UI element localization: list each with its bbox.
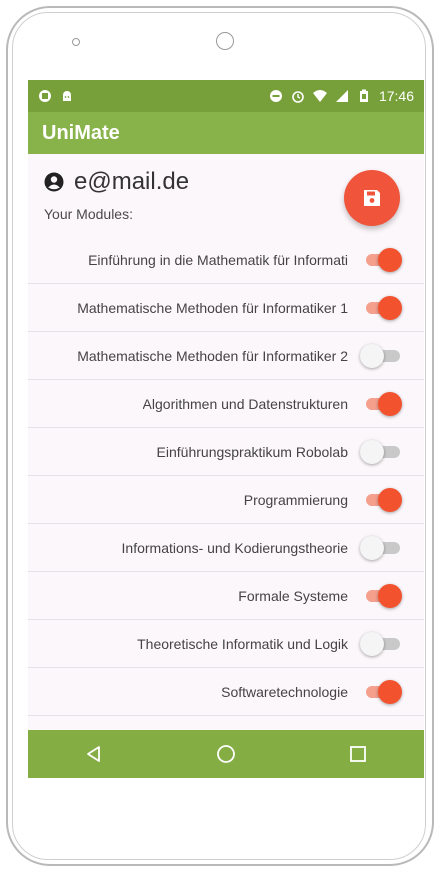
battery-icon (359, 89, 368, 102)
module-name: Mathematische Methoden für Informatiker … (77, 348, 348, 364)
app-title: UniMate (42, 121, 120, 144)
module-row: Einführungspraktikum Robolab (28, 428, 424, 476)
home-button[interactable] (206, 734, 246, 774)
module-toggle[interactable] (366, 584, 402, 608)
module-toggle[interactable] (366, 296, 402, 320)
home-icon (217, 745, 235, 763)
module-toggle[interactable] (360, 536, 400, 560)
toggle-thumb (360, 536, 384, 560)
module-row: Informations- und Kodierungstheorie (28, 524, 424, 572)
module-name: Programmierung (243, 492, 348, 508)
module-list: Einführung in die Mathematik für Informa… (28, 236, 424, 716)
module-toggle[interactable] (360, 440, 400, 464)
toggle-thumb (378, 584, 402, 608)
toggle-thumb (378, 296, 402, 320)
module-name: Algorithmen und Datenstrukturen (142, 396, 348, 412)
navigation-bar (28, 730, 424, 778)
module-row: Formale Systeme (28, 572, 424, 620)
toggle-thumb (360, 632, 384, 656)
module-toggle[interactable] (360, 344, 400, 368)
module-toggle[interactable] (366, 392, 402, 416)
module-name: Mathematische Methoden für Informatiker … (77, 300, 348, 316)
module-name: Informations- und Kodierungstheorie (121, 540, 348, 556)
module-row: Mathematische Methoden für Informatiker … (28, 332, 424, 380)
module-name: Softwaretechnologie (221, 684, 348, 700)
notification-icon (39, 90, 51, 102)
module-name: Formale Systeme (238, 588, 348, 604)
module-toggle[interactable] (366, 488, 402, 512)
user-email: e@mail.de (74, 168, 190, 195)
toggle-thumb (360, 344, 384, 368)
status-bar: 17:46 (28, 80, 424, 112)
module-toggle[interactable] (366, 680, 402, 704)
wifi-icon (312, 90, 327, 102)
toggle-thumb (378, 680, 402, 704)
app-bar: UniMate (28, 112, 424, 154)
alarm-icon (292, 91, 304, 103)
device-screen: 17:46 UniMate e@mail.de Your Modules: Ei… (28, 80, 424, 778)
toggle-thumb (360, 440, 384, 464)
back-button[interactable] (74, 734, 114, 774)
module-name: Einführungspraktikum Robolab (156, 444, 348, 460)
front-camera (216, 32, 234, 50)
content-area: e@mail.de Your Modules: Einführung in di… (28, 154, 424, 716)
recents-icon (350, 746, 366, 762)
recents-button[interactable] (338, 734, 378, 774)
back-icon (87, 746, 100, 762)
toggle-thumb (378, 248, 402, 272)
module-name: Theoretische Informatik und Logik (137, 636, 348, 652)
do-not-disturb-icon (269, 90, 282, 102)
status-time: 17:46 (378, 88, 414, 104)
module-toggle[interactable] (360, 632, 400, 656)
account-icon (44, 172, 64, 192)
toggle-thumb (378, 392, 402, 416)
android-icon (63, 91, 71, 101)
module-row: Theoretische Informatik und Logik (28, 620, 424, 668)
module-row: Einführung in die Mathematik für Informa… (28, 236, 424, 284)
module-toggle[interactable] (366, 248, 402, 272)
module-row: Softwaretechnologie (28, 668, 424, 716)
save-button[interactable] (344, 170, 400, 226)
save-icon (364, 190, 380, 206)
module-row: Algorithmen und Datenstrukturen (28, 380, 424, 428)
module-row: Mathematische Methoden für Informatiker … (28, 284, 424, 332)
toggle-thumb (378, 488, 402, 512)
modules-label: Your Modules: (44, 206, 133, 222)
module-name: Einführung in die Mathematik für Informa… (88, 252, 348, 268)
signal-icon (335, 90, 348, 102)
module-row: Programmierung (28, 476, 424, 524)
user-info: e@mail.de (44, 168, 189, 196)
speaker (72, 38, 80, 46)
